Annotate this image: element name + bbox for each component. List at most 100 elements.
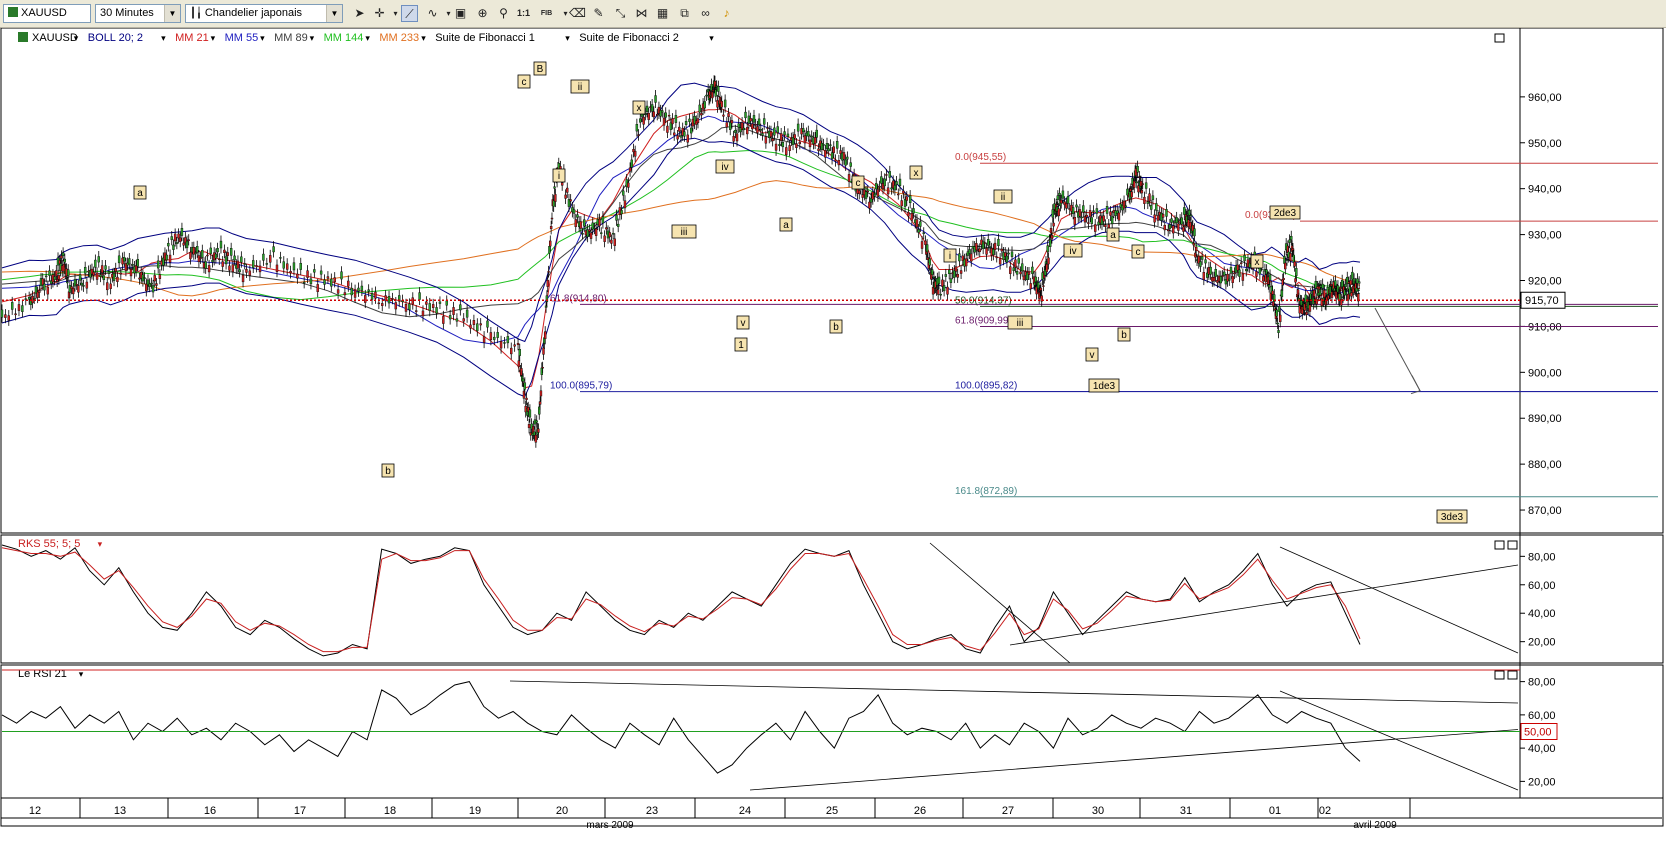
panel-maximize-icon: [1494, 670, 1505, 680]
candle-body: [1241, 273, 1245, 281]
drawing-tools-icon[interactable]: ∿: [424, 5, 441, 22]
candle-body: [975, 243, 978, 251]
candle-body: [667, 114, 671, 117]
candle-body: [730, 120, 734, 124]
stochastic-y-tick-label: 60,00: [1528, 580, 1556, 592]
pencil-icon[interactable]: ✎: [590, 5, 607, 22]
candle-body: [684, 121, 688, 125]
chart-style-select[interactable]: ┃╽ Chandelier japonais ▼: [185, 4, 343, 23]
trendline-icon[interactable]: ⟋: [401, 5, 418, 22]
interval-select[interactable]: 30 Minutes ▼: [95, 4, 181, 23]
candle-body: [734, 130, 737, 133]
candle-body: [1135, 181, 1138, 184]
candle-body: [581, 233, 584, 235]
crosshair-icon[interactable]: ✛: [371, 5, 388, 22]
rsi-trendline: [749, 729, 1519, 791]
candle-body: [886, 187, 890, 195]
candle-body: [194, 252, 197, 255]
candle-body: [489, 332, 493, 341]
rsi-trendline: [1279, 690, 1519, 791]
arrows-icon[interactable]: ⤡: [612, 5, 629, 22]
candle-body: [223, 249, 226, 253]
chevron-down-icon[interactable]: ▼: [326, 5, 342, 22]
candle-body: [94, 259, 97, 268]
wave-label: c: [856, 178, 861, 189]
stochastic-trendline: [1009, 564, 1519, 646]
candle-body: [1087, 222, 1090, 224]
candle-body: [1082, 205, 1085, 213]
candle-body: [1143, 196, 1146, 204]
candle-body: [106, 282, 109, 291]
candle-body: [1034, 276, 1037, 282]
candle-body: [21, 305, 24, 312]
zoom-1to1-button[interactable]: 1:1: [515, 5, 532, 22]
fib-button[interactable]: FIB: [538, 5, 555, 22]
candle-body: [778, 144, 781, 146]
candle-body: [1245, 268, 1248, 272]
candle-body: [1188, 210, 1191, 216]
candle-body: [605, 227, 608, 230]
bell-icon[interactable]: ♪: [718, 5, 735, 22]
candle-body: [538, 401, 542, 405]
candle-body: [532, 431, 536, 436]
candle-body: [842, 152, 846, 160]
candle-body: [523, 382, 527, 390]
candle-body: [603, 235, 606, 242]
eraser-icon[interactable]: ⌫: [569, 5, 586, 22]
symbol-field[interactable]: XAUUSD: [3, 4, 91, 23]
chart-svg[interactable]: 960,00 950,00 940,00 930,00 920,00 910,00 900,…: [0, 27, 1666, 854]
candle-body: [1014, 259, 1017, 268]
candle-body: [316, 284, 319, 292]
candle-body: [336, 289, 340, 294]
candle-body: [14, 313, 17, 316]
candle-body: [796, 123, 800, 132]
candle-body: [959, 270, 963, 274]
candle-body: [1088, 210, 1092, 217]
candle-body: [173, 233, 177, 242]
candle-body: [170, 236, 173, 240]
candle-body: [1009, 266, 1012, 274]
candle-body: [1308, 304, 1312, 312]
zoom-in-icon[interactable]: ⊕: [474, 5, 491, 22]
zoom-box-icon[interactable]: ▣: [452, 5, 469, 22]
candle-body: [196, 246, 199, 253]
candle-body: [204, 261, 207, 269]
candle-body: [414, 310, 418, 312]
candle-body: [1095, 208, 1099, 214]
grid-icon[interactable]: ▦: [654, 5, 671, 22]
candle-body: [717, 85, 720, 92]
candle-body: [418, 292, 421, 300]
candle-body: [1339, 287, 1342, 290]
candle-body: [878, 186, 881, 188]
candle-body: [381, 303, 384, 306]
candle-body: [394, 302, 398, 310]
candle-body: [1061, 190, 1065, 199]
zoom-icon[interactable]: ⚲: [495, 5, 512, 22]
magnet-icon[interactable]: ⋈: [633, 5, 650, 22]
legend-item-6: MM 233: [379, 32, 419, 44]
candle-body: [104, 265, 107, 270]
candle-body: [1165, 209, 1168, 217]
candle-body: [583, 219, 586, 227]
link-icon[interactable]: ∞: [697, 5, 714, 22]
candle-body: [954, 266, 958, 272]
candle-body: [1104, 224, 1107, 227]
candle-body: [637, 134, 640, 136]
candle-body: [48, 270, 51, 276]
window-icon[interactable]: ⧉: [676, 5, 693, 22]
candle-body: [616, 223, 620, 227]
y-tick-label: 950,00: [1528, 138, 1562, 150]
y-tick-label: 890,00: [1528, 413, 1562, 425]
candle-body: [476, 323, 479, 332]
chevron-down-icon[interactable]: ▼: [164, 5, 180, 22]
candle-body: [330, 278, 333, 287]
candle-body: [620, 210, 623, 215]
candle-body: [510, 347, 513, 355]
legend-item-1: BOLL 20; 2: [88, 32, 143, 44]
candle-body: [360, 285, 364, 291]
candle-body: [898, 178, 902, 186]
candle-body: [258, 265, 262, 273]
candle-body: [983, 242, 987, 244]
candle-body: [236, 260, 240, 269]
cursor-arrow-icon[interactable]: ➤: [351, 5, 368, 22]
